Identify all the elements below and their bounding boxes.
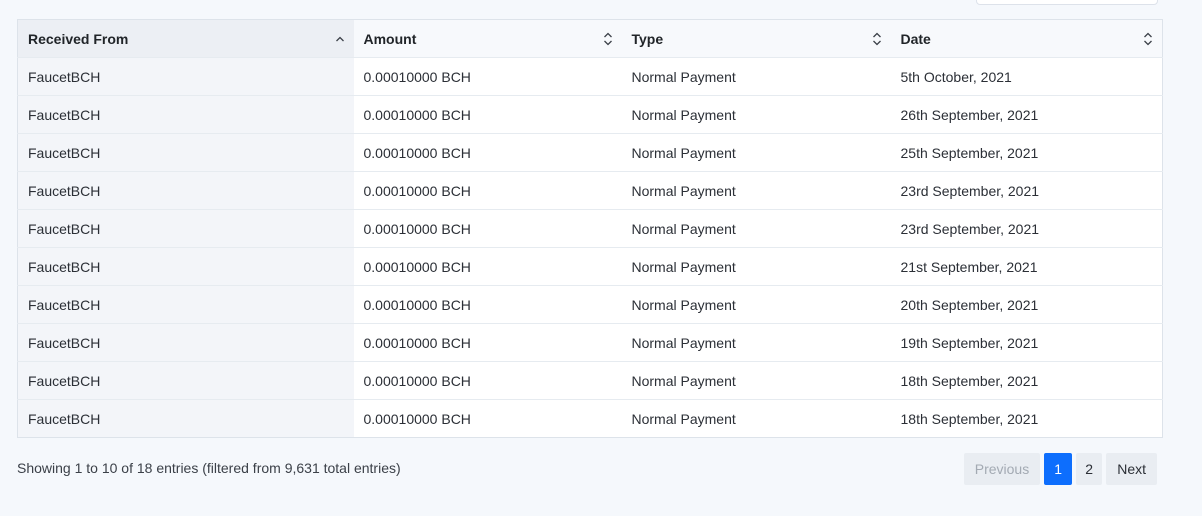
cell-type: Normal Payment [621,285,891,324]
column-header-amount[interactable]: Amount [353,19,622,58]
page-button-1[interactable]: 1 [1044,453,1073,485]
page-numbers: 12 [1044,453,1103,485]
table-row: FaucetBCH 0.00010000 BCH Normal Payment 18t… [17,361,1163,400]
cell-date: 21st September, 2021 [890,247,1163,286]
table-row: FaucetBCH 0.00010000 BCH Normal Payment 18t… [17,399,1163,438]
table-row: FaucetBCH 0.00010000 BCH Normal Payment 19t… [17,323,1163,362]
cell-type: Normal Payment [621,209,891,248]
pagination: Previous 12 Next [963,453,1157,485]
cell-received-from: FaucetBCH [17,247,354,286]
cell-amount: 0.00010000 BCH [353,399,622,438]
cell-type: Normal Payment [621,247,891,286]
column-header-label: Amount [363,30,417,47]
sort-both-icon [602,32,614,46]
column-header-label: Type [631,30,664,47]
table-row: FaucetBCH 0.00010000 BCH Normal Payment 23r… [17,171,1163,210]
cell-amount: 0.00010000 BCH [353,361,622,400]
cell-received-from: FaucetBCH [17,133,354,172]
cell-type: Normal Payment [621,399,891,438]
cell-type: Normal Payment [621,171,891,210]
table-header: Received From Amount Type Date [17,19,1163,58]
cell-type: Normal Payment [621,133,891,172]
entries-info: Showing 1 to 10 of 18 entries (filtered … [17,460,401,476]
table-row: FaucetBCH 0.00010000 BCH Normal Payment 26t… [17,95,1163,134]
entries-table: Received From Amount Type Date FaucetBCH 0.0… [17,19,1163,438]
cell-amount: 0.00010000 BCH [353,57,622,96]
cell-date: 23rd September, 2021 [890,209,1163,248]
column-header-date[interactable]: Date [890,19,1163,58]
header-row: Received From Amount Type Date [17,19,1163,58]
table-row: FaucetBCH 0.00010000 BCH Normal Payment 21s… [17,247,1163,286]
previous-page-button[interactable]: Previous [963,453,1041,485]
cell-date: 18th September, 2021 [890,399,1163,438]
cell-type: Normal Payment [621,95,891,134]
cell-amount: 0.00010000 BCH [353,95,622,134]
table-row: FaucetBCH 0.00010000 BCH Normal Payment 23r… [17,209,1163,248]
cell-received-from: FaucetBCH [17,57,354,96]
cell-amount: 0.00010000 BCH [353,247,622,286]
table-row: FaucetBCH 0.00010000 BCH Normal Payment 20t… [17,285,1163,324]
table-body: FaucetBCH 0.00010000 BCH Normal Payment 5th… [17,57,1163,438]
cell-date: 19th September, 2021 [890,323,1163,362]
cell-type: Normal Payment [621,361,891,400]
cell-date: 26th September, 2021 [890,95,1163,134]
cell-amount: 0.00010000 BCH [353,323,622,362]
cell-date: 18th September, 2021 [890,361,1163,400]
sort-ascending-icon [334,32,346,46]
cell-amount: 0.00010000 BCH [353,133,622,172]
cell-received-from: FaucetBCH [17,361,354,400]
next-page-button[interactable]: Next [1106,453,1157,485]
column-header-label: Received From [28,30,129,47]
cell-received-from: FaucetBCH [17,95,354,134]
sort-both-icon [1142,32,1154,46]
cell-received-from: FaucetBCH [17,323,354,362]
page-button-2[interactable]: 2 [1076,453,1103,485]
cell-amount: 0.00010000 BCH [353,171,622,210]
cell-date: 5th October, 2021 [890,57,1163,96]
cell-type: Normal Payment [621,57,891,96]
search-input[interactable] [976,0,1158,5]
cell-type: Normal Payment [621,323,891,362]
cell-received-from: FaucetBCH [17,171,354,210]
cell-received-from: FaucetBCH [17,399,354,438]
cell-date: 25th September, 2021 [890,133,1163,172]
cell-amount: 0.00010000 BCH [353,285,622,324]
sort-both-icon [871,32,883,46]
table-row: FaucetBCH 0.00010000 BCH Normal Payment 25t… [17,133,1163,172]
column-header-label: Date [900,30,931,47]
cell-received-from: FaucetBCH [17,209,354,248]
cell-date: 23rd September, 2021 [890,171,1163,210]
column-header-received-from[interactable]: Received From [17,19,354,58]
cell-amount: 0.00010000 BCH [353,209,622,248]
table-row: FaucetBCH 0.00010000 BCH Normal Payment 5th… [17,57,1163,96]
cell-received-from: FaucetBCH [17,285,354,324]
column-header-type[interactable]: Type [621,19,891,58]
cell-date: 20th September, 2021 [890,285,1163,324]
